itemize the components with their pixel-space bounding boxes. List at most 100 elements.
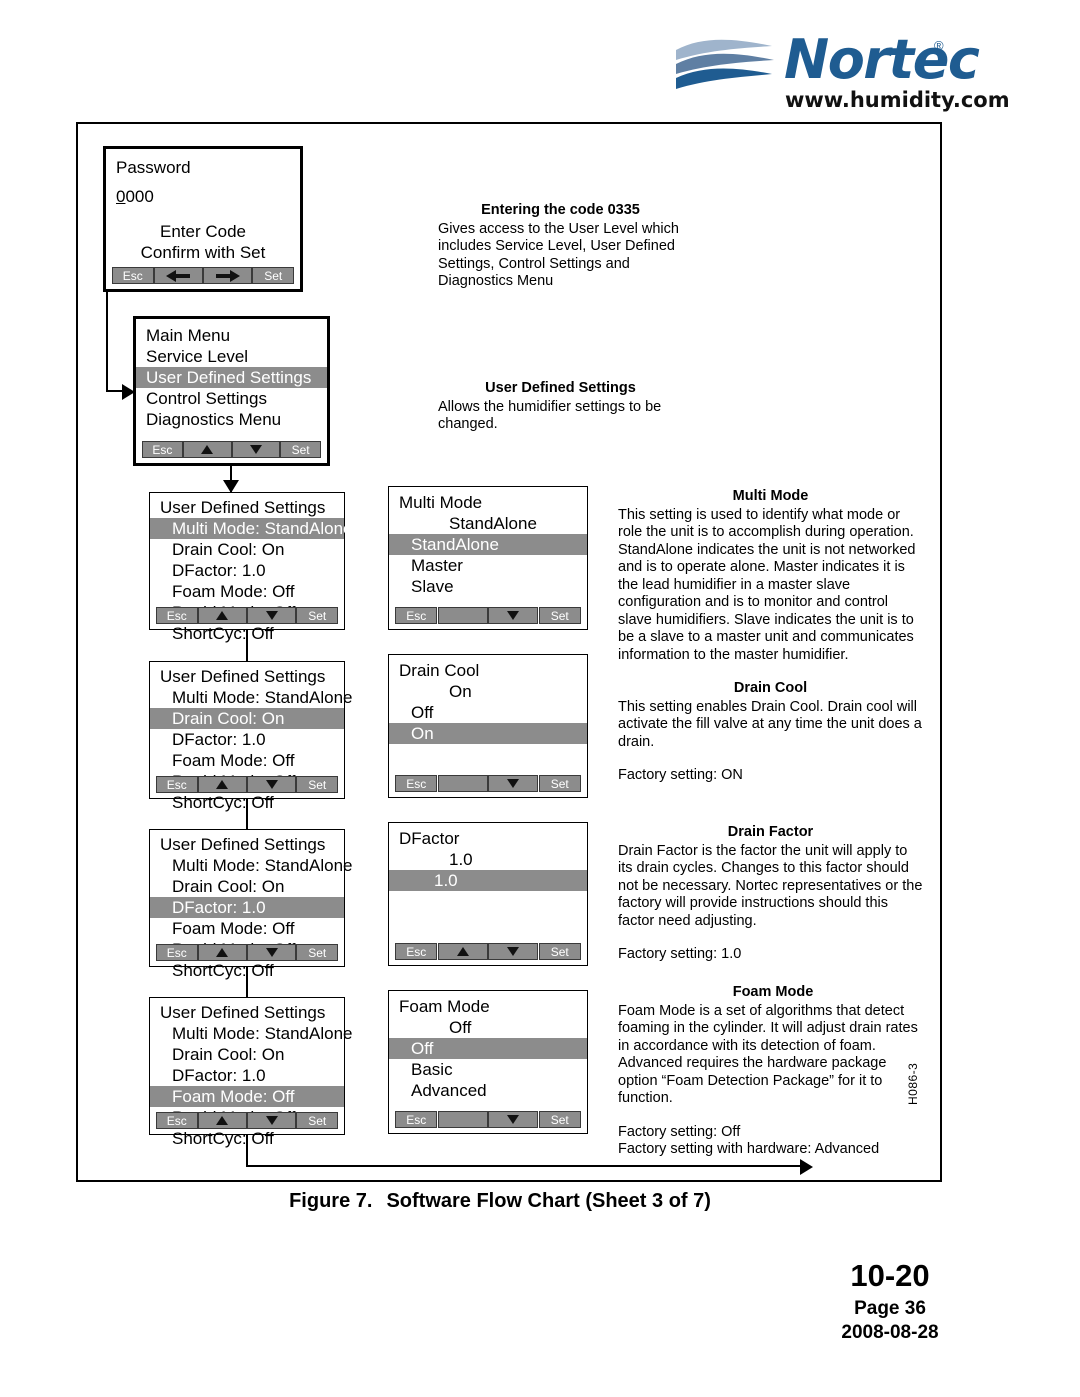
main-menu-item-control-settings[interactable]: Control Settings (136, 388, 327, 409)
uds-item-foam-mode[interactable]: Foam Mode: Off (150, 750, 344, 771)
left-arrow-button[interactable] (153, 267, 203, 284)
note-body: Gives access to the User Level which inc… (438, 220, 679, 290)
note-heading: Drain Factor (727, 824, 814, 840)
uds-item-multi-mode[interactable]: Multi Mode: StandAlone (150, 518, 353, 539)
drain-cool-option-on[interactable]: On (389, 723, 587, 744)
main-menu-item-service-level[interactable]: Service Level (136, 346, 327, 367)
set-button[interactable]: Set (296, 1112, 338, 1129)
multi-mode-option-slave[interactable]: Slave (389, 576, 587, 597)
note-entering-code: Entering the code 0335 Gives access to t… (438, 202, 683, 291)
uds-item-dfactor[interactable]: DFactor: 1.0 (150, 729, 344, 750)
password-prompt-line1: Enter Code (160, 222, 246, 241)
esc-button[interactable]: Esc (142, 441, 183, 458)
note-heading: Multi Mode (732, 488, 809, 504)
note-heading: Foam Mode (732, 984, 814, 1000)
password-prompt-line2: Confirm with Set (140, 243, 266, 262)
foam-mode-option-advanced[interactable]: Advanced (389, 1080, 587, 1101)
esc-button[interactable]: Esc (156, 944, 198, 961)
set-button[interactable]: Set (252, 267, 294, 284)
blank-button (437, 775, 488, 792)
note-heading: Entering the code 0335 (481, 202, 640, 218)
esc-button[interactable]: Esc (395, 943, 438, 960)
password-digits-rest: 000 (125, 187, 154, 206)
set-button[interactable]: Set (538, 775, 581, 792)
esc-button[interactable]: Esc (112, 267, 154, 284)
dfactor-option-value[interactable]: 1.0 (389, 870, 587, 891)
multi-mode-option-master[interactable]: Master (389, 555, 587, 576)
note-heading: User Defined Settings (485, 380, 636, 396)
uds-item-foam-mode[interactable]: Foam Mode: Off (150, 1086, 344, 1107)
section-number: 10-20 (850, 1258, 930, 1293)
esc-button[interactable]: Esc (156, 776, 198, 793)
esc-button[interactable]: Esc (395, 775, 438, 792)
uds-item-drain-cool[interactable]: Drain Cool: On (150, 539, 344, 560)
foam-mode-button-row: Esc Set (389, 1111, 587, 1128)
password-screen: Password 0000 Enter Code Confirm with Se… (103, 146, 303, 292)
uds-item-drain-cool[interactable]: Drain Cool: On (150, 1044, 344, 1065)
multi-mode-option-standalone[interactable]: StandAlone (389, 534, 587, 555)
set-button[interactable]: Set (296, 776, 338, 793)
main-menu-screen: Main Menu Service Level User Defined Set… (133, 316, 330, 466)
uds-item-drain-cool[interactable]: Drain Cool: On (150, 708, 344, 729)
down-arrow-button[interactable] (488, 607, 539, 624)
down-arrow-button[interactable] (231, 441, 281, 458)
set-button[interactable]: Set (538, 1111, 581, 1128)
down-arrow-button[interactable] (247, 607, 297, 624)
set-button[interactable]: Set (296, 607, 338, 624)
connector-line (246, 1165, 806, 1167)
drain-cool-button-row: Esc Set (389, 775, 587, 792)
note-drain-factor: Drain Factor Drain Factor is the factor … (618, 824, 923, 964)
dfactor-current-value: 1.0 (449, 850, 473, 869)
esc-button[interactable]: Esc (156, 1112, 198, 1129)
uds-item-multi-mode[interactable]: Multi Mode: StandAlone (150, 1023, 353, 1044)
up-arrow-button[interactable] (182, 441, 232, 458)
foam-mode-option-basic[interactable]: Basic (389, 1059, 587, 1080)
note-body: This setting is used to identify what mo… (618, 506, 916, 663)
main-menu-button-row: Esc Set (136, 441, 327, 458)
uds-item-foam-mode[interactable]: Foam Mode: Off (150, 918, 344, 939)
set-button[interactable]: Set (538, 607, 581, 624)
right-arrow-button[interactable] (203, 267, 253, 284)
main-menu-item-user-defined-settings[interactable]: User Defined Settings (136, 367, 327, 388)
up-arrow-button[interactable] (197, 944, 247, 961)
note-factory-setting: Factory setting: Off (618, 1123, 741, 1140)
esc-button[interactable]: Esc (156, 607, 198, 624)
note-user-defined-settings: User Defined Settings Allows the humidif… (438, 380, 683, 434)
uds-screen-foam-mode: User Defined Settings Multi Mode: StandA… (149, 997, 353, 1148)
connector-line (246, 1135, 248, 1167)
connector-line (106, 292, 108, 392)
down-arrow-button[interactable] (488, 1111, 539, 1128)
figure-number: Figure 7. (289, 1190, 373, 1212)
set-button[interactable]: Set (280, 441, 321, 458)
esc-button[interactable]: Esc (395, 1111, 438, 1128)
uds-item-dfactor[interactable]: DFactor: 1.0 (150, 560, 344, 581)
down-arrow-button[interactable] (488, 943, 539, 960)
down-arrow-button[interactable] (247, 1112, 297, 1129)
up-arrow-button[interactable] (437, 943, 488, 960)
note-factory-setting: Factory setting: ON (618, 767, 743, 783)
down-arrow-button[interactable] (247, 776, 297, 793)
esc-button[interactable]: Esc (395, 607, 438, 624)
connector-line (246, 967, 248, 997)
foam-mode-option-off[interactable]: Off (389, 1038, 587, 1059)
uds-item-dfactor[interactable]: DFactor: 1.0 (150, 897, 344, 918)
uds-item-drain-cool[interactable]: Drain Cool: On (150, 876, 344, 897)
up-arrow-button[interactable] (197, 776, 247, 793)
down-arrow-button[interactable] (247, 944, 297, 961)
drain-cool-title: Drain Cool (399, 661, 480, 680)
uds-item-foam-mode[interactable]: Foam Mode: Off (150, 581, 344, 602)
down-arrow-button[interactable] (488, 775, 539, 792)
drain-cool-option-off[interactable]: Off (389, 702, 587, 723)
set-button[interactable]: Set (296, 944, 338, 961)
uds-title: User Defined Settings (160, 835, 326, 854)
up-arrow-button[interactable] (197, 1112, 247, 1129)
multi-mode-screen: Multi Mode StandAlone StandAlone Master … (388, 486, 588, 630)
set-button[interactable]: Set (538, 943, 581, 960)
note-multi-mode: Multi Mode This setting is used to ident… (618, 488, 923, 664)
up-arrow-button[interactable] (197, 607, 247, 624)
uds-item-multi-mode[interactable]: Multi Mode: StandAlone (150, 687, 353, 708)
uds-item-multi-mode[interactable]: Multi Mode: StandAlone (150, 855, 353, 876)
uds-item-dfactor[interactable]: DFactor: 1.0 (150, 1065, 344, 1086)
main-menu-item-diagnostics-menu[interactable]: Diagnostics Menu (136, 409, 327, 430)
connector-line (246, 630, 248, 661)
